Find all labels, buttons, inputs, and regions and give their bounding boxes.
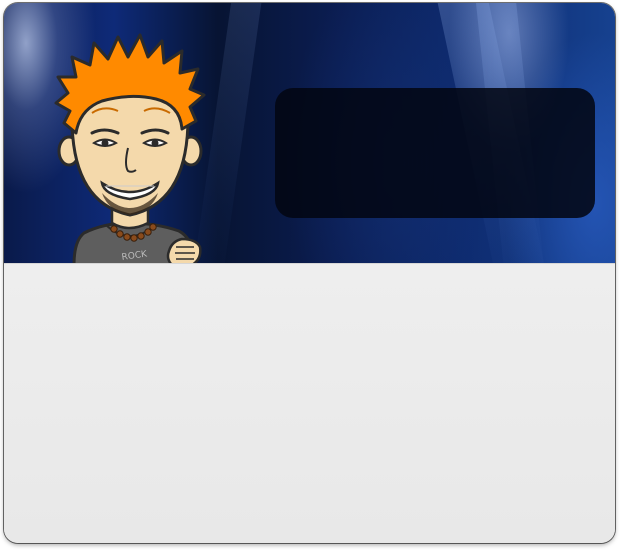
content-area — [4, 263, 615, 543]
app-window: ROCK — [4, 3, 615, 543]
header-banner: ROCK — [4, 3, 615, 263]
cartoon-avatar-icon: ROCK — [54, 33, 206, 263]
info-panel — [275, 88, 595, 218]
